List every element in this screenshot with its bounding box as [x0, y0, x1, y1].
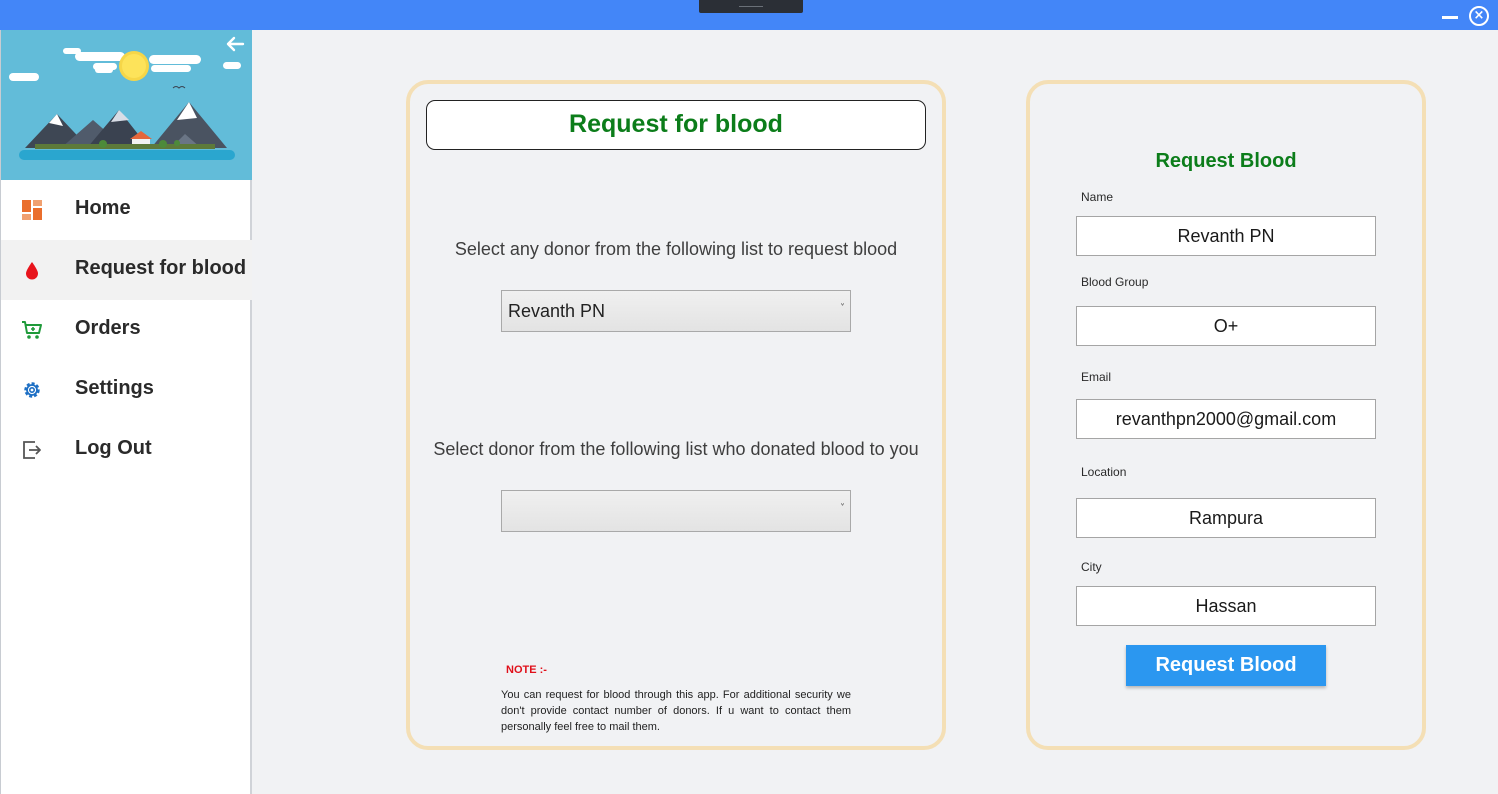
email-field[interactable]: revanthpn2000@gmail.com [1076, 399, 1376, 439]
name-label: Name [1081, 190, 1114, 204]
request-form-panel: Request Blood Name Revanth PN Blood Grou… [1026, 80, 1426, 750]
close-icon[interactable]: × [1469, 6, 1489, 26]
dashboard-icon [22, 200, 42, 220]
gear-icon [24, 382, 40, 398]
mountain-landscape-illustration [1, 30, 252, 180]
back-arrow-icon[interactable] [223, 32, 247, 56]
minimize-icon[interactable] [1441, 8, 1459, 24]
sidebar-item-home[interactable]: Home [1, 180, 252, 240]
sidebar-item-orders[interactable]: Orders [1, 300, 252, 360]
email-label: Email [1081, 370, 1112, 384]
sidebar-item-request-for-blood[interactable]: Request for blood [1, 240, 252, 300]
sidebar-item-label: Orders [75, 317, 141, 339]
sidebar-item-label: Log Out [75, 437, 152, 459]
form-title: Request Blood [1155, 150, 1297, 172]
sidebar-item-label: Home [75, 197, 131, 219]
donated-donor-select[interactable]: ˅ [501, 490, 851, 532]
request-panel: Request for blood Select any donor from … [406, 80, 946, 750]
location-field[interactable]: Rampura [1076, 498, 1376, 538]
drag-handle[interactable] [699, 0, 803, 13]
request-donor-prompt: Select any donor from the following list… [454, 239, 898, 259]
page-title: Request for blood [569, 110, 783, 138]
donated-donor-prompt: Select donor from the following list who… [433, 439, 919, 459]
title-bar[interactable]: × [0, 0, 1498, 30]
chevron-down-icon: ˅ [840, 503, 845, 514]
sidebar-item-log-out[interactable]: Log Out [1, 420, 252, 480]
logout-icon [23, 441, 41, 459]
city-field[interactable]: Hassan [1076, 586, 1376, 626]
blood-group-field[interactable]: O+ [1076, 306, 1376, 346]
note-text: You can request for blood through this a… [501, 689, 851, 733]
cart-icon [22, 321, 42, 339]
note-heading: NOTE :- [506, 664, 547, 676]
donor-select[interactable]: Revanth PN ˅ [501, 290, 851, 332]
sidebar-item-label: Request for blood [75, 257, 247, 279]
landscape-illustration [9, 48, 241, 160]
location-label: Location [1081, 465, 1127, 479]
city-label: City [1081, 560, 1102, 574]
blood-group-label: Blood Group [1081, 275, 1149, 289]
sidebar: Home Request for blood Orders Settings L… [0, 30, 252, 794]
donor-select-value: Revanth PN [508, 301, 606, 321]
sidebar-item-label: Settings [75, 377, 154, 399]
chevron-down-icon: ˅ [840, 303, 845, 314]
sidebar-item-settings[interactable]: Settings [1, 360, 252, 420]
panel-title-box: Request for blood [426, 100, 926, 150]
request-blood-button[interactable]: Request Blood [1126, 645, 1326, 686]
blood-drop-icon [26, 262, 38, 280]
name-field[interactable]: Revanth PN [1076, 216, 1376, 256]
